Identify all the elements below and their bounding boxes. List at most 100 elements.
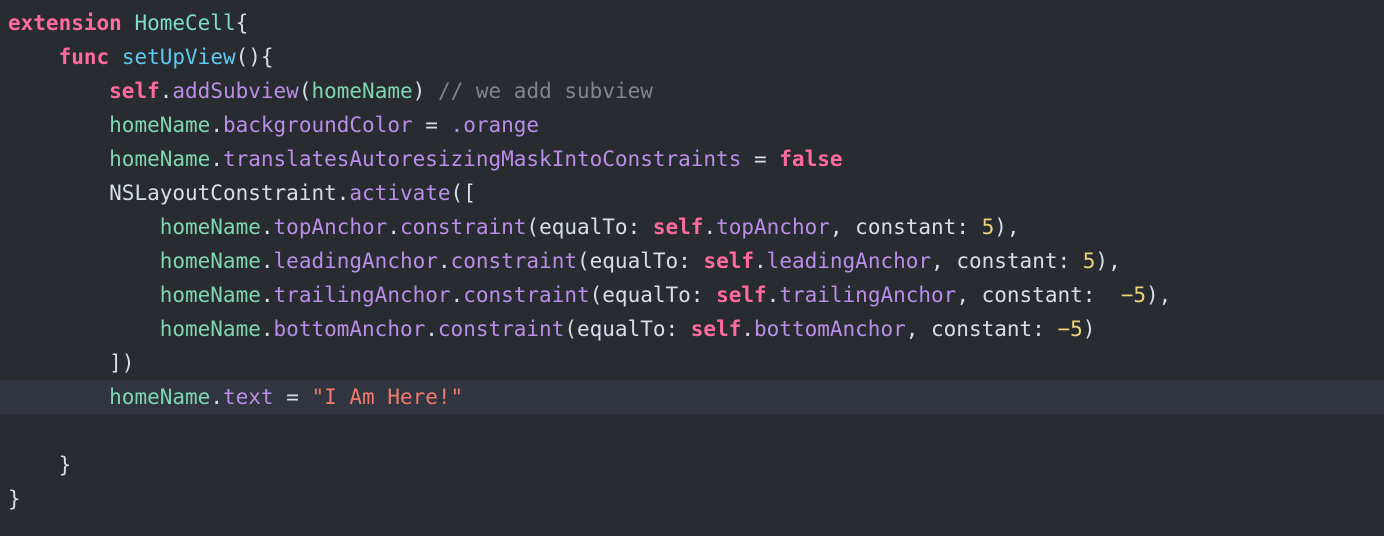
code-editor-pane[interactable]: extension HomeCell{ func setUpView(){ se… <box>0 0 1384 536</box>
code-line[interactable]: func setUpView(){ <box>0 40 1384 74</box>
code-token-plain: = <box>412 113 451 137</box>
code-line[interactable]: homeName.translatesAutoresizingMaskIntoC… <box>0 142 1384 176</box>
code-token-prop: activate <box>349 181 451 205</box>
code-line[interactable]: homeName.backgroundColor = .orange <box>0 108 1384 142</box>
code-token-prop: trailingAnchor <box>273 283 451 307</box>
code-token-plain: (equalTo: <box>589 283 717 307</box>
code-token-prop: leadingAnchor <box>273 249 438 273</box>
code-token-func: setUpView <box>121 45 236 69</box>
code-line[interactable]: self.addSubview(homeName) // we add subv… <box>0 74 1384 108</box>
code-token-punct: { <box>235 11 249 35</box>
code-token-punct: . <box>260 215 274 239</box>
code-token-punct: . <box>387 215 400 239</box>
code-token-prop: .orange <box>450 113 540 137</box>
code-token-punct: . <box>766 283 780 307</box>
code-token-punct: . <box>210 147 223 171</box>
code-token-ident: homeName <box>311 79 413 103</box>
code-token-punct: . <box>260 283 274 307</box>
code-token-prop: text <box>222 385 274 409</box>
code-token-keyword: false <box>779 147 843 171</box>
code-token-prop: topAnchor <box>273 215 388 239</box>
code-token-number: 5 <box>1082 249 1096 273</box>
code-token-plain: , constant: <box>829 215 982 239</box>
code-token-keyword: extension <box>8 11 122 35</box>
code-token-ident: homeName <box>159 215 261 239</box>
code-line[interactable]: } <box>0 482 1384 516</box>
code-token-prop: backgroundColor <box>222 113 413 137</box>
code-token-ident: homeName <box>159 283 261 307</box>
code-token-ident: homeName <box>159 317 261 341</box>
code-token-punct: ) <box>1082 317 1096 341</box>
code-token-number: −5 <box>1120 283 1146 307</box>
code-token-punct: . <box>159 79 173 103</box>
code-token-keyword: self <box>703 249 755 273</box>
code-line[interactable]: homeName.trailingAnchor.constraint(equal… <box>0 278 1384 312</box>
code-token-prop: constraint <box>450 249 577 273</box>
code-token-plain: (equalTo: <box>564 317 691 341</box>
code-token-prop: bottomAnchor <box>273 317 426 341</box>
code-token-keyword: self <box>109 79 160 103</box>
code-token-plain: , constant: <box>956 283 1121 307</box>
code-token-prop: trailingAnchor <box>779 283 957 307</box>
code-token-punct: . <box>437 249 451 273</box>
code-token-keyword: self <box>716 283 767 307</box>
code-token-punct: ( <box>298 79 312 103</box>
code-token-ident: homeName <box>109 113 211 137</box>
code-token-punct: . <box>260 317 274 341</box>
code-line[interactable]: ]) <box>0 346 1384 380</box>
code-line[interactable]: NSLayoutConstraint.activate([ <box>0 176 1384 210</box>
code-token-plain: (equalTo: <box>526 215 653 239</box>
code-token-punct: . <box>260 249 274 273</box>
code-line[interactable]: homeName.bottomAnchor.constraint(equalTo… <box>0 312 1384 346</box>
code-token-comment: // we add subview <box>437 79 653 103</box>
code-token-punct: . <box>336 181 350 205</box>
code-token-punct: } <box>8 487 21 511</box>
code-line[interactable]: homeName.topAnchor.constraint(equalTo: s… <box>0 210 1384 244</box>
code-token-prop: leadingAnchor <box>766 249 932 273</box>
code-token-punct: . <box>210 113 223 137</box>
code-line[interactable]: extension HomeCell{ <box>0 6 1384 40</box>
code-token-prop: bottomAnchor <box>754 317 906 341</box>
code-token-punct: . <box>450 283 464 307</box>
code-token-plain: NSLayoutConstraint <box>109 181 337 205</box>
code-token-plain: , constant: <box>905 317 1058 341</box>
code-token-punct: ), <box>1095 249 1121 273</box>
code-line[interactable] <box>0 414 1384 448</box>
code-token-keyword: self <box>652 215 704 239</box>
code-token-prop: translatesAutoresizingMaskIntoConstraint… <box>222 147 742 171</box>
code-line[interactable]: } <box>0 448 1384 482</box>
code-token-number: −5 <box>1057 317 1083 341</box>
code-token-punct: . <box>210 385 223 409</box>
code-token-punct: (){ <box>235 45 274 69</box>
code-token-punct: ]) <box>109 351 135 375</box>
code-token-ident: homeName <box>109 147 211 171</box>
code-token-punct: . <box>741 317 755 341</box>
code-line-highlighted[interactable]: homeName.text = "I Am Here!" <box>0 380 1384 414</box>
code-token-punct: ), <box>1146 283 1172 307</box>
code-token-ident: homeName <box>109 385 211 409</box>
code-token-punct: . <box>754 249 767 273</box>
code-token-prop: constraint <box>437 317 565 341</box>
code-token-string: "I Am Here!" <box>311 385 464 409</box>
code-token-punct: ), <box>994 215 1020 239</box>
code-token-punct: } <box>58 453 72 477</box>
code-token-punct: ) <box>412 79 426 103</box>
code-line[interactable]: homeName.leadingAnchor.constraint(equalT… <box>0 244 1384 278</box>
code-token-punct: . <box>703 215 717 239</box>
code-token-type: HomeCell <box>134 11 236 35</box>
code-token-plain: = <box>741 147 780 171</box>
code-token-keyword: func <box>58 45 110 69</box>
